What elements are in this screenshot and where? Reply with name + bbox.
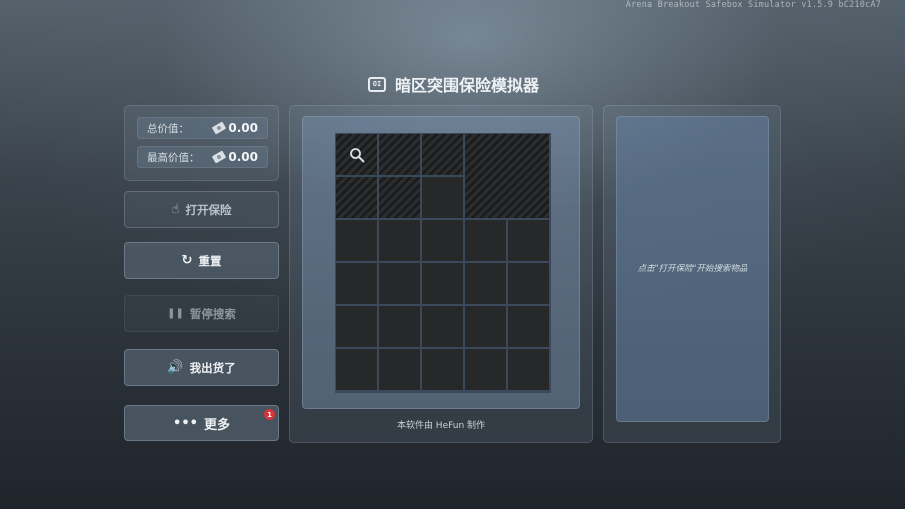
credit-text: 本软件由 HeFun 制作 [396,421,486,431]
grid-cell [422,349,463,390]
reset-button[interactable]: ↻ 重置 [124,242,279,279]
safebox-panel: 本软件由 HeFun 制作 [289,105,593,443]
grid-cell [508,306,549,347]
grid-cell [336,349,377,390]
grid-cell [379,306,420,347]
items-panel: 点击"打开保险"开始搜索物品 [603,105,781,443]
grid-cell [422,177,463,218]
open-safebox-label: 打开保险 [185,202,232,217]
reset-label: 重置 [198,253,222,268]
safebox-inner [302,116,580,409]
pause-icon: ❚❚ [167,307,184,319]
grid-cell [508,263,549,304]
safebox-logo-icon: OI [368,76,386,92]
pointer-hand-icon: ☝ [171,202,180,217]
search-icon [350,148,365,163]
max-value-label: 最高价值： [147,151,200,164]
hidden-large-item [465,134,549,218]
app-header: OI 暗区突围保险模拟器 [368,74,540,95]
more-button[interactable]: ••• 更多 1 [124,405,279,441]
grid-cell [465,306,506,347]
total-value-amount: 0.00 [228,121,258,135]
notification-badge: 1 [264,409,275,420]
value-stats-panel: 总价值： 0.00 最高价值： 0.00 [124,105,279,181]
refresh-icon: ↻ [181,253,193,268]
grid-cell [465,349,506,390]
grid-cell [465,263,506,304]
total-value-label: 总价值： [147,122,189,135]
items-list: 点击"打开保险"开始搜索物品 [616,116,769,422]
hidden-item-cell [379,134,420,175]
grid-cell [508,349,549,390]
max-value-amount: 0.00 [228,150,258,164]
grid-cell [336,306,377,347]
hidden-item-cell [336,177,377,218]
more-icon: ••• [173,415,198,431]
sold-out-button[interactable]: 🔊 我出货了 [124,349,279,386]
sold-out-label: 我出货了 [189,360,236,375]
pause-search-label: 暂停搜索 [189,306,236,321]
grid-cell [336,263,377,304]
grid-cell [508,220,549,261]
total-value-row: 总价值： 0.00 [137,117,268,139]
cash-icon [212,121,227,135]
search-hint-text: 点击"打开保险"开始搜索物品 [637,263,748,274]
cash-icon [212,150,227,164]
grid-cell [465,220,506,261]
open-safebox-button[interactable]: ☝ 打开保险 [124,191,279,228]
max-value-row: 最高价值： 0.00 [137,146,268,168]
hidden-item-cell [422,134,463,175]
grid-cell [422,306,463,347]
more-label: 更多 [203,417,230,433]
speaker-icon: 🔊 [167,360,184,375]
grid-cell [379,349,420,390]
total-value: 0.00 [212,121,258,135]
grid-cell [379,220,420,261]
page-title: 暗区突围保险模拟器 [395,76,540,95]
grid-cell [336,220,377,261]
version-label: Arena Breakout Safebox Simulator v1.5.9 … [625,0,881,10]
max-value: 0.00 [212,150,258,164]
safebox-grid [335,133,551,393]
grid-cell [422,220,463,261]
hidden-item-cell [379,177,420,218]
grid-cell [422,263,463,304]
grid-cell [379,263,420,304]
pause-search-button[interactable]: ❚❚ 暂停搜索 [124,295,279,332]
